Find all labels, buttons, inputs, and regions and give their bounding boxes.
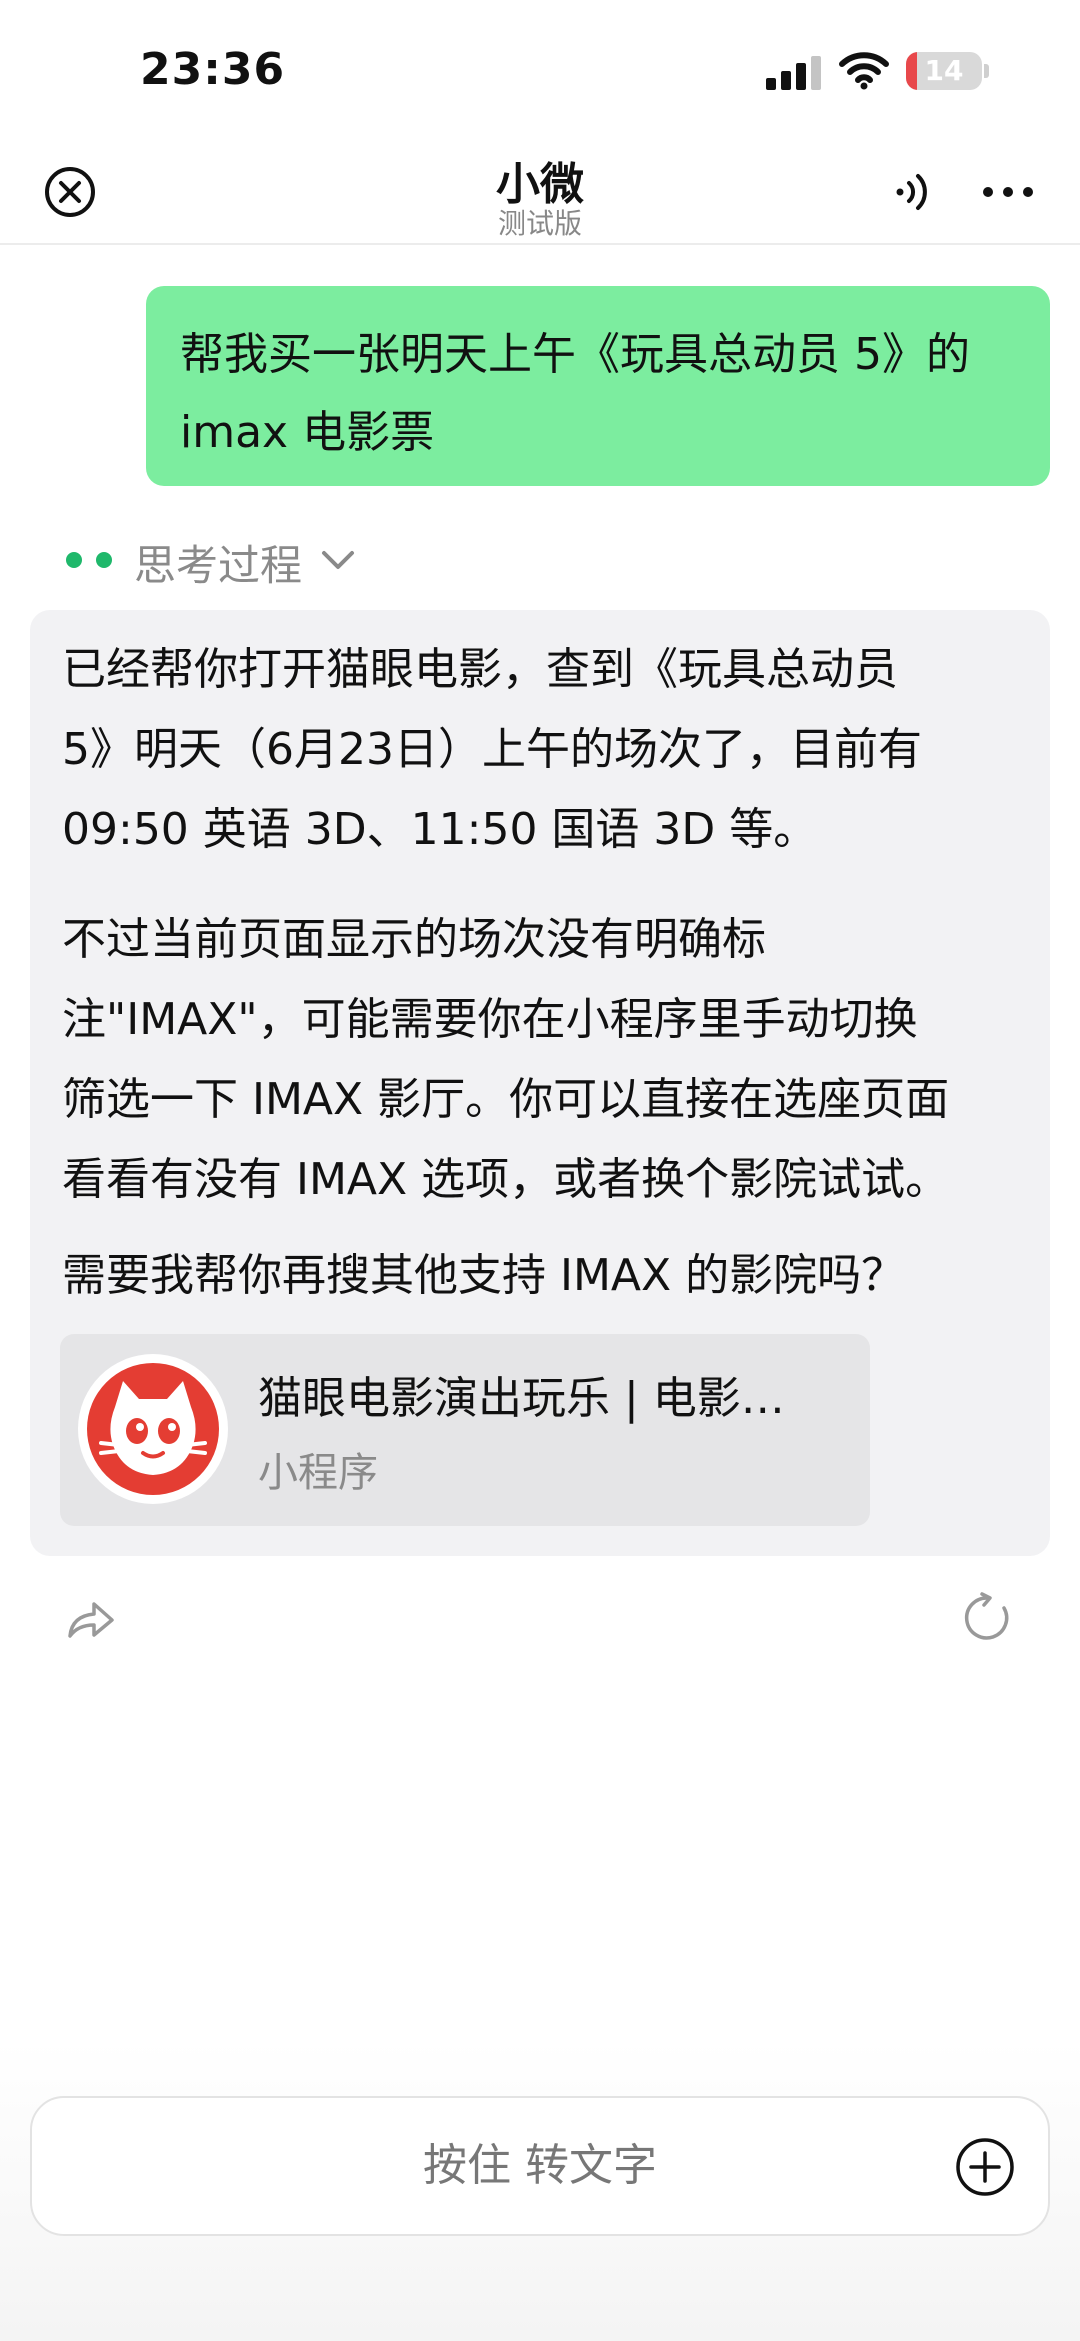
hold-to-talk-label: 按住 转文字 — [423, 2140, 657, 2191]
more-icon[interactable] — [980, 164, 1036, 220]
assistant-text-line: 看看有没有 IMAX 选项，或者换个影院试试。 — [62, 1154, 950, 1205]
assistant-text-line: 筛选一下 IMAX 影厅。你可以直接在选座页面 — [62, 1074, 950, 1125]
hold-to-talk-button[interactable]: 按住 转文字 — [30, 2096, 1050, 2236]
assistant-text-line: 5》明天（6月23日）上午的场次了，目前有 — [62, 724, 922, 775]
user-message-bubble[interactable]: 帮我买一张明天上午《玩具总动员 5》的 imax 电影票 — [146, 286, 1050, 486]
plus-circle-icon[interactable] — [954, 2136, 1016, 2198]
mini-program-title: 猫眼电影演出玩乐 | 电影… — [258, 1373, 785, 1424]
user-message-line: 帮我买一张明天上午《玩具总动员 5》的 — [180, 329, 970, 380]
mini-program-card[interactable]: 猫眼电影演出玩乐 | 电影… 小程序 — [60, 1334, 870, 1526]
voice-icon[interactable] — [884, 164, 940, 220]
assistant-text-line: 注"IMAX"，可能需要你在小程序里手动切换 — [62, 994, 918, 1045]
mini-program-type: 小程序 — [258, 1450, 378, 1496]
chevron-down-icon — [322, 551, 354, 569]
refresh-icon[interactable] — [960, 1590, 1016, 1646]
battery-charging-icon: 14 — [906, 52, 982, 90]
share-icon[interactable] — [62, 1590, 118, 1646]
assistant-message-card: 已经帮你打开猫眼电影，查到《玩具总动员 5》明天（6月23日）上午的场次了，目前… — [30, 610, 1050, 1556]
assistant-paragraph: 不过当前页面显示的场次没有明确标 注"IMAX"，可能需要你在小程序里手动切换 … — [62, 900, 1032, 1220]
thinking-process-label: 思考过程 — [134, 541, 303, 590]
maoyan-cat-logo-icon — [78, 1354, 228, 1504]
assistant-text-line: 不过当前页面显示的场次没有明确标 — [62, 914, 766, 965]
assistant-text-line: 已经帮你打开猫眼电影，查到《玩具总动员 — [62, 644, 898, 695]
status-bar: 23:36 14 — [0, 0, 1080, 140]
thinking-dot — [66, 552, 82, 568]
thinking-dot — [96, 552, 112, 568]
nav-bar: 小微 测试版 — [0, 140, 1080, 245]
wifi-icon — [839, 52, 889, 90]
status-time: 23:36 — [140, 44, 286, 95]
user-message-line: imax 电影票 — [180, 407, 435, 458]
cellular-signal-icon — [766, 56, 821, 90]
assistant-text-line: 需要我帮你再搜其他支持 IMAX 的影院吗？ — [62, 1250, 906, 1301]
battery-level: 14 — [924, 54, 964, 87]
battery-tip — [984, 64, 989, 78]
assistant-text-line: 09:50 英语 3D、11:50 国语 3D 等。 — [62, 804, 818, 855]
assistant-paragraph: 已经帮你打开猫眼电影，查到《玩具总动员 5》明天（6月23日）上午的场次了，目前… — [62, 630, 1032, 870]
assistant-paragraph: 需要我帮你再搜其他支持 IMAX 的影院吗？ — [62, 1236, 1032, 1316]
